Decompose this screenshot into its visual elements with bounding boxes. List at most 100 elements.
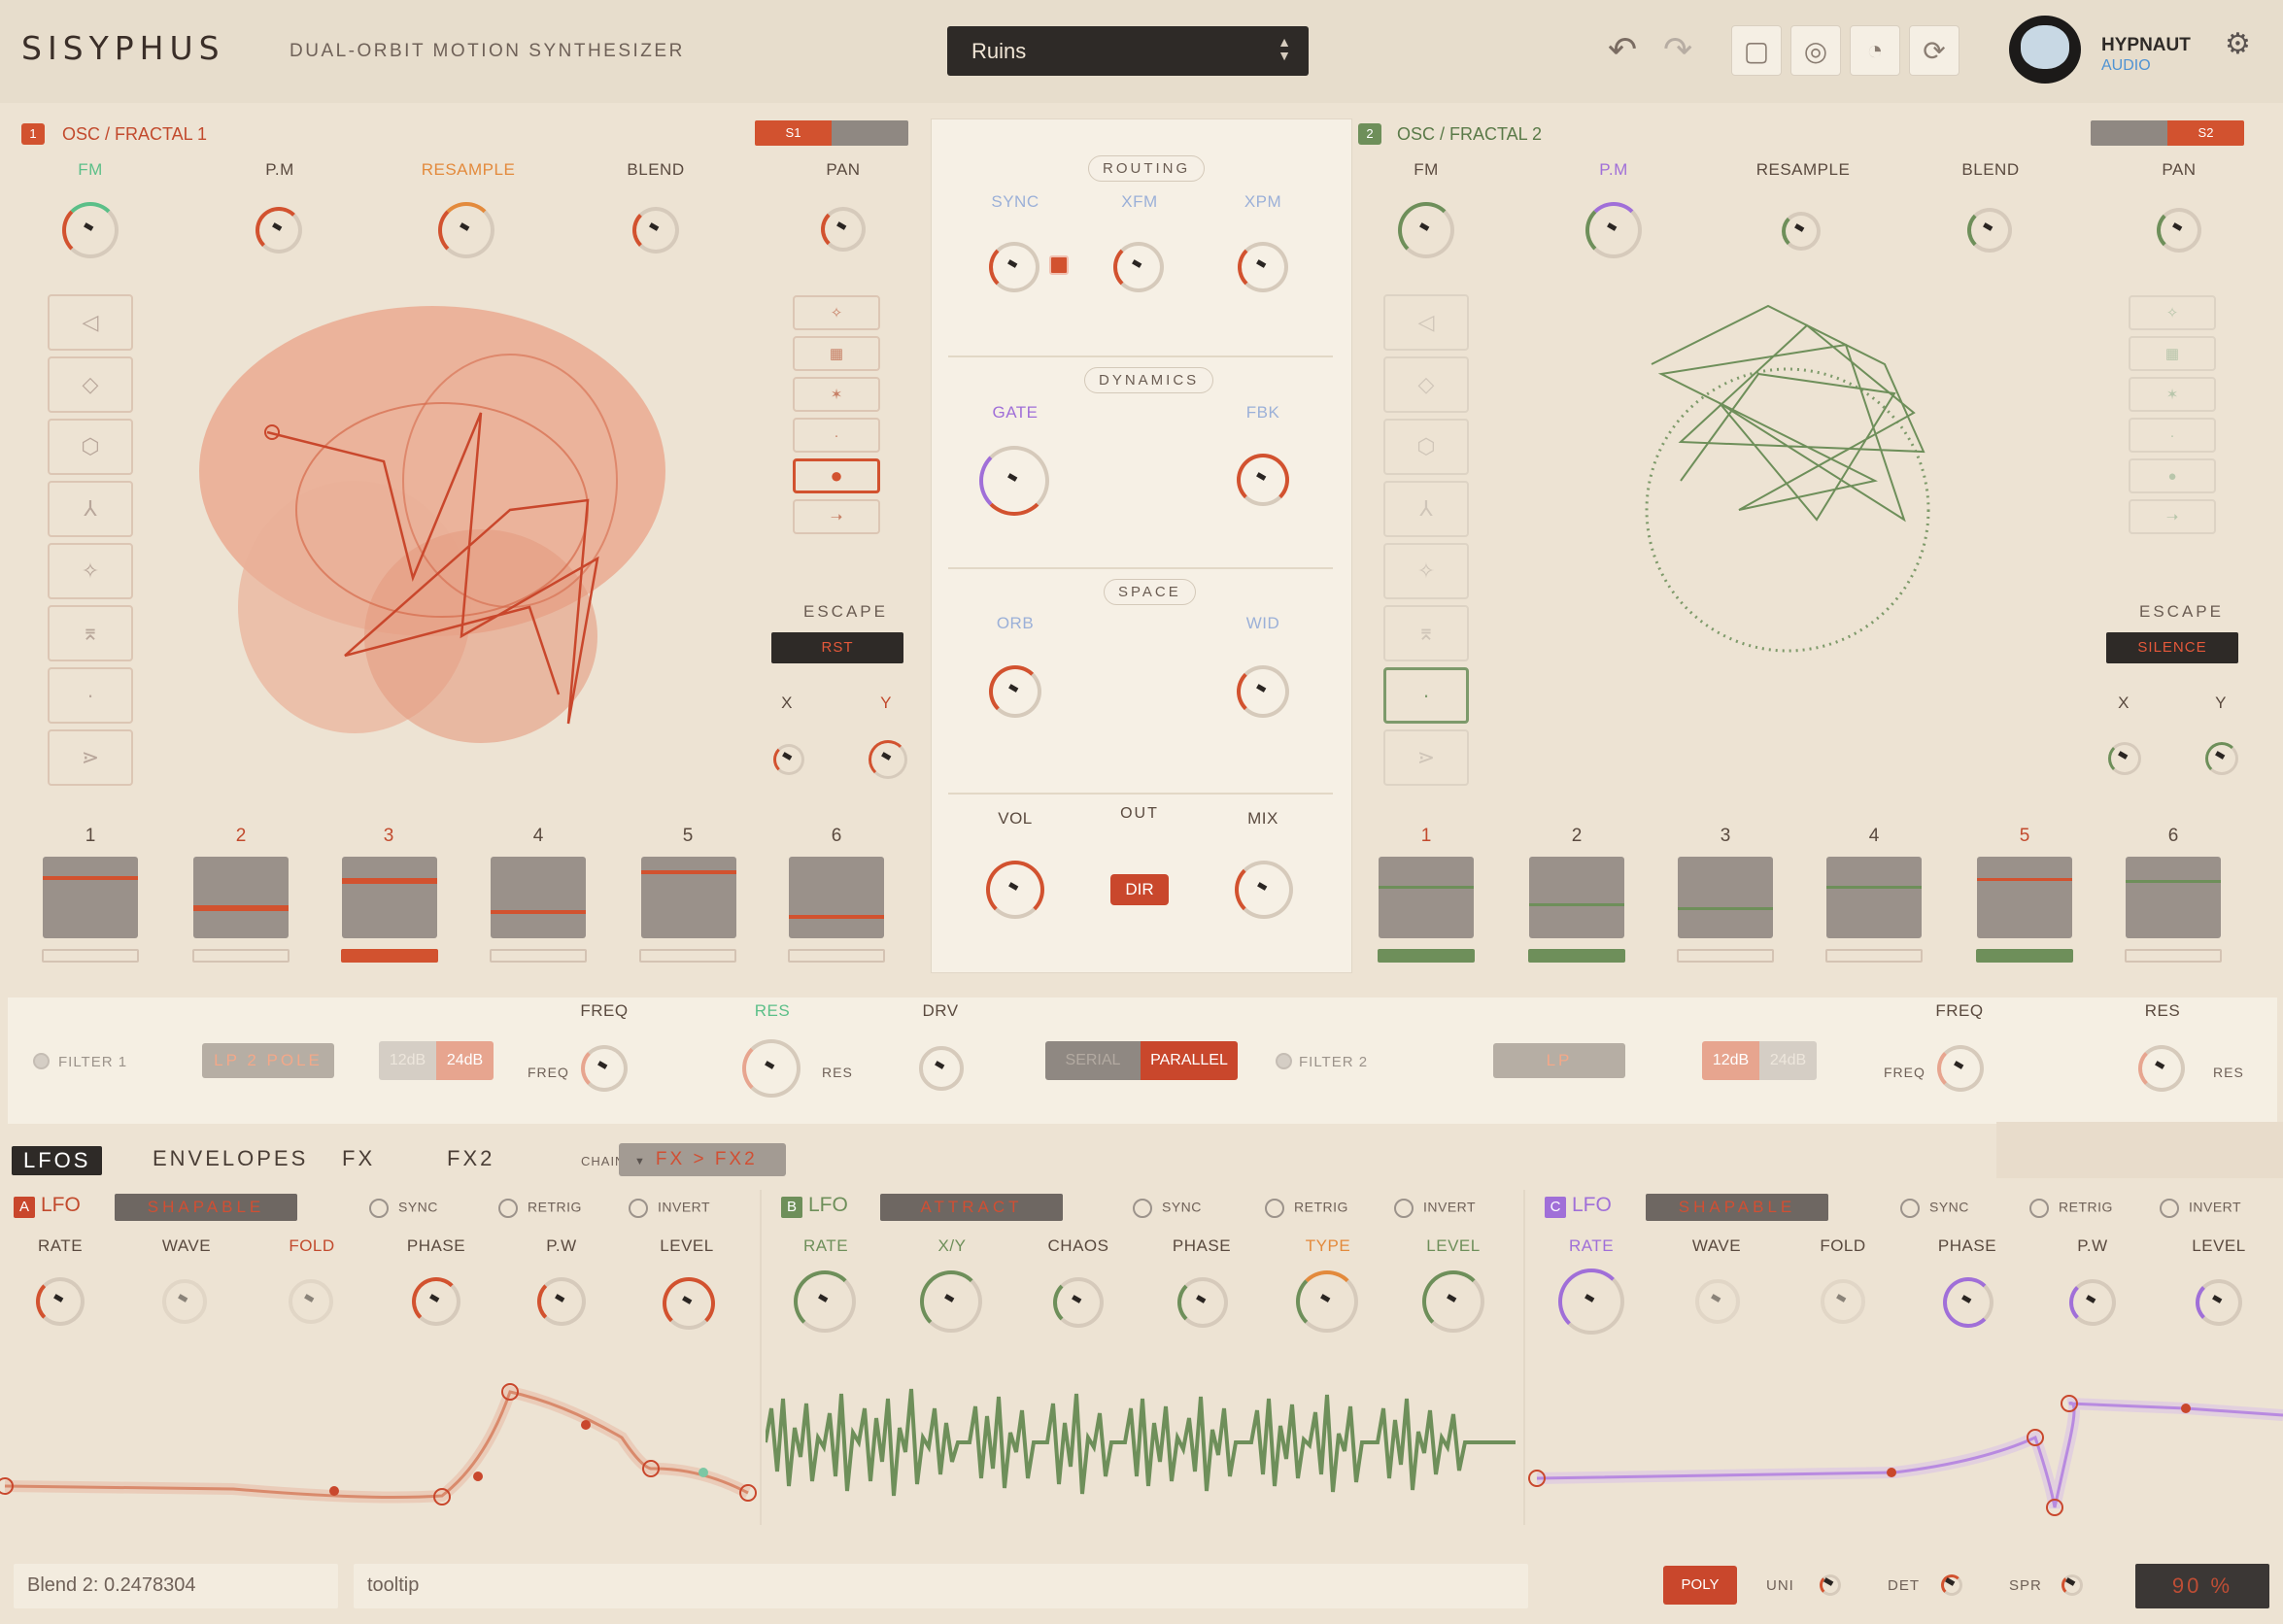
lfo-c-rate-knob[interactable] [1558,1269,1624,1335]
osc2-mod-slot-5[interactable] [1977,857,2072,938]
xfm-knob[interactable] [1113,242,1164,292]
lfo-c-retrig[interactable]: RETRIG [2029,1199,2113,1218]
redo-icon[interactable]: ↷ [1663,29,1692,70]
osc2-preset-shape-1[interactable]: ✧ [2129,295,2216,330]
planet-icon[interactable]: ◎ [1790,25,1841,76]
tab-fx2[interactable]: FX2 [447,1146,494,1171]
osc2-preset-shape-4[interactable]: · [2129,418,2216,453]
mix-knob[interactable] [1235,861,1293,919]
osc2-shape-slot-6[interactable]: ⌆ [1383,605,1469,661]
osc1-mod-slot-2[interactable] [193,857,289,938]
osc1-fm-knob[interactable] [62,202,119,258]
osc2-slot-toggle-6[interactable] [2125,949,2222,963]
filter2-toggle[interactable] [1276,1053,1292,1069]
osc1-preset-shape-5[interactable]: ● [793,458,880,493]
lfo-b-phase-knob[interactable] [1177,1277,1228,1328]
osc2-preset-shape-5[interactable]: ● [2129,458,2216,493]
osc1-shape-slot-7[interactable]: · [48,667,133,724]
filter1-type-dropdown[interactable]: LP 2 POLE [202,1043,334,1078]
dir-button[interactable]: DIR [1110,874,1169,905]
osc2-pm-knob[interactable] [1585,202,1642,258]
osc1-x-knob[interactable] [773,744,804,775]
filter2-type-dropdown[interactable]: LP [1493,1043,1625,1078]
lfo-a-phase-knob[interactable] [412,1277,460,1326]
tab-fx[interactable]: FX [342,1146,375,1171]
osc1-resample-knob[interactable] [438,202,494,258]
osc2-x-knob[interactable] [2108,742,2141,775]
osc1-fractal-visualizer[interactable] [189,287,695,772]
osc1-preset-shape-3[interactable]: ✶ [793,377,880,412]
osc2-slot-switch[interactable]: S2 [2091,120,2244,146]
lfo-c-sync[interactable]: SYNC [1900,1199,1969,1218]
lfo-a-wave-knob[interactable] [162,1279,207,1324]
osc2-shape-slot-8[interactable]: ⋗ [1383,729,1469,786]
osc2-shape-slot-3[interactable]: ⬡ [1383,419,1469,475]
lfo-c-invert[interactable]: INVERT [2160,1199,2241,1218]
drive-knob[interactable] [919,1046,964,1091]
osc2-pan-knob[interactable] [2157,208,2201,253]
filter1-slope-12[interactable]: 12dB [379,1041,436,1080]
det-knob[interactable] [1941,1574,1962,1596]
filter2-res-knob[interactable] [2138,1045,2185,1092]
osc2-mod-slot-4[interactable] [1826,857,1922,938]
screen-icon[interactable]: ▢ [1731,25,1782,76]
osc2-preset-shape-2[interactable]: ▦ [2129,336,2216,371]
osc1-slot-toggle-5[interactable] [639,949,736,963]
lfo-b-invert[interactable]: INVERT [1394,1199,1476,1218]
osc2-fractal-visualizer[interactable] [1622,287,1953,675]
lfo-b-level-knob[interactable] [1422,1270,1484,1333]
astronaut-icon[interactable]: ◔ [1850,25,1900,76]
gear-icon[interactable]: ⚙ [2225,27,2251,61]
undo-icon[interactable]: ↶ [1608,29,1637,70]
lfo-a-sync[interactable]: SYNC [369,1199,438,1218]
filter1-slope-switch[interactable]: 12dB 24dB [379,1041,494,1080]
osc2-escape-dropdown[interactable]: SILENCE [2106,632,2238,663]
preset-selector[interactable]: Ruins ▲ ▼ [947,26,1309,76]
osc1-mod-slot-3[interactable] [342,857,437,938]
lfo-c-mode-dropdown[interactable]: SHAPABLE [1646,1194,1828,1221]
lfo-a-mode-dropdown[interactable]: SHAPABLE [115,1194,297,1221]
serial-button[interactable]: SERIAL [1045,1041,1141,1080]
osc2-resample-knob[interactable] [1782,212,1821,251]
osc1-mod-slot-1[interactable] [43,857,138,938]
wid-knob[interactable] [1237,665,1289,718]
osc2-shape-slot-5[interactable]: ✧ [1383,543,1469,599]
osc1-preset-shape-6[interactable]: ➝ [793,499,880,534]
osc2-mod-slot-6[interactable] [2126,857,2221,938]
filter1-toggle[interactable] [33,1053,50,1069]
filter-routing-switch[interactable]: SERIAL PARALLEL [1045,1041,1238,1080]
osc1-escape-dropdown[interactable]: RST [771,632,903,663]
osc2-fm-knob[interactable] [1398,202,1454,258]
osc2-preset-shape-3[interactable]: ✶ [2129,377,2216,412]
osc1-pan-knob[interactable] [821,207,866,252]
lfo-a-shape-editor[interactable] [0,1365,758,1530]
fbk-knob[interactable] [1237,454,1289,506]
osc1-y-knob[interactable] [869,740,907,779]
lfo-b-chaos-display[interactable] [766,1370,1516,1520]
gate-knob[interactable] [979,446,1049,516]
tab-envelopes[interactable]: ENVELOPES [153,1146,308,1171]
osc2-blend-knob[interactable] [1967,208,2012,253]
lfo-a-pw-knob[interactable] [537,1277,586,1326]
lfo-a-fold-knob[interactable] [289,1279,333,1324]
lfo-b-type-knob[interactable] [1296,1270,1358,1333]
filter2-slope-switch[interactable]: 12dB 24dB [1702,1041,1817,1080]
xpm-knob[interactable] [1238,242,1288,292]
lfo-b-rate-knob[interactable] [794,1270,856,1333]
osc2-mod-slot-3[interactable] [1678,857,1773,938]
uni-knob[interactable] [1820,1574,1841,1596]
osc1-shape-slot-5[interactable]: ✧ [48,543,133,599]
lfo-a-retrig[interactable]: RETRIG [498,1199,582,1218]
osc2-slot-toggle-5[interactable] [1976,949,2073,963]
lfo-c-wave-knob[interactable] [1695,1279,1740,1324]
osc1-slot-toggle-3[interactable] [341,949,438,963]
filter2-freq-knob[interactable] [1937,1045,1984,1092]
lfo-c-pw-knob[interactable] [2069,1279,2116,1326]
osc2-y-knob[interactable] [2205,742,2238,775]
lfo-b-mode-dropdown[interactable]: ATTRACT [880,1194,1063,1221]
filter1-slope-24[interactable]: 24dB [436,1041,494,1080]
osc1-mod-slot-6[interactable] [789,857,884,938]
filter1-freq-knob[interactable] [581,1045,628,1092]
osc1-slot-toggle-4[interactable] [490,949,587,963]
chain-dropdown[interactable]: ▼ FX > FX2 [619,1143,786,1176]
